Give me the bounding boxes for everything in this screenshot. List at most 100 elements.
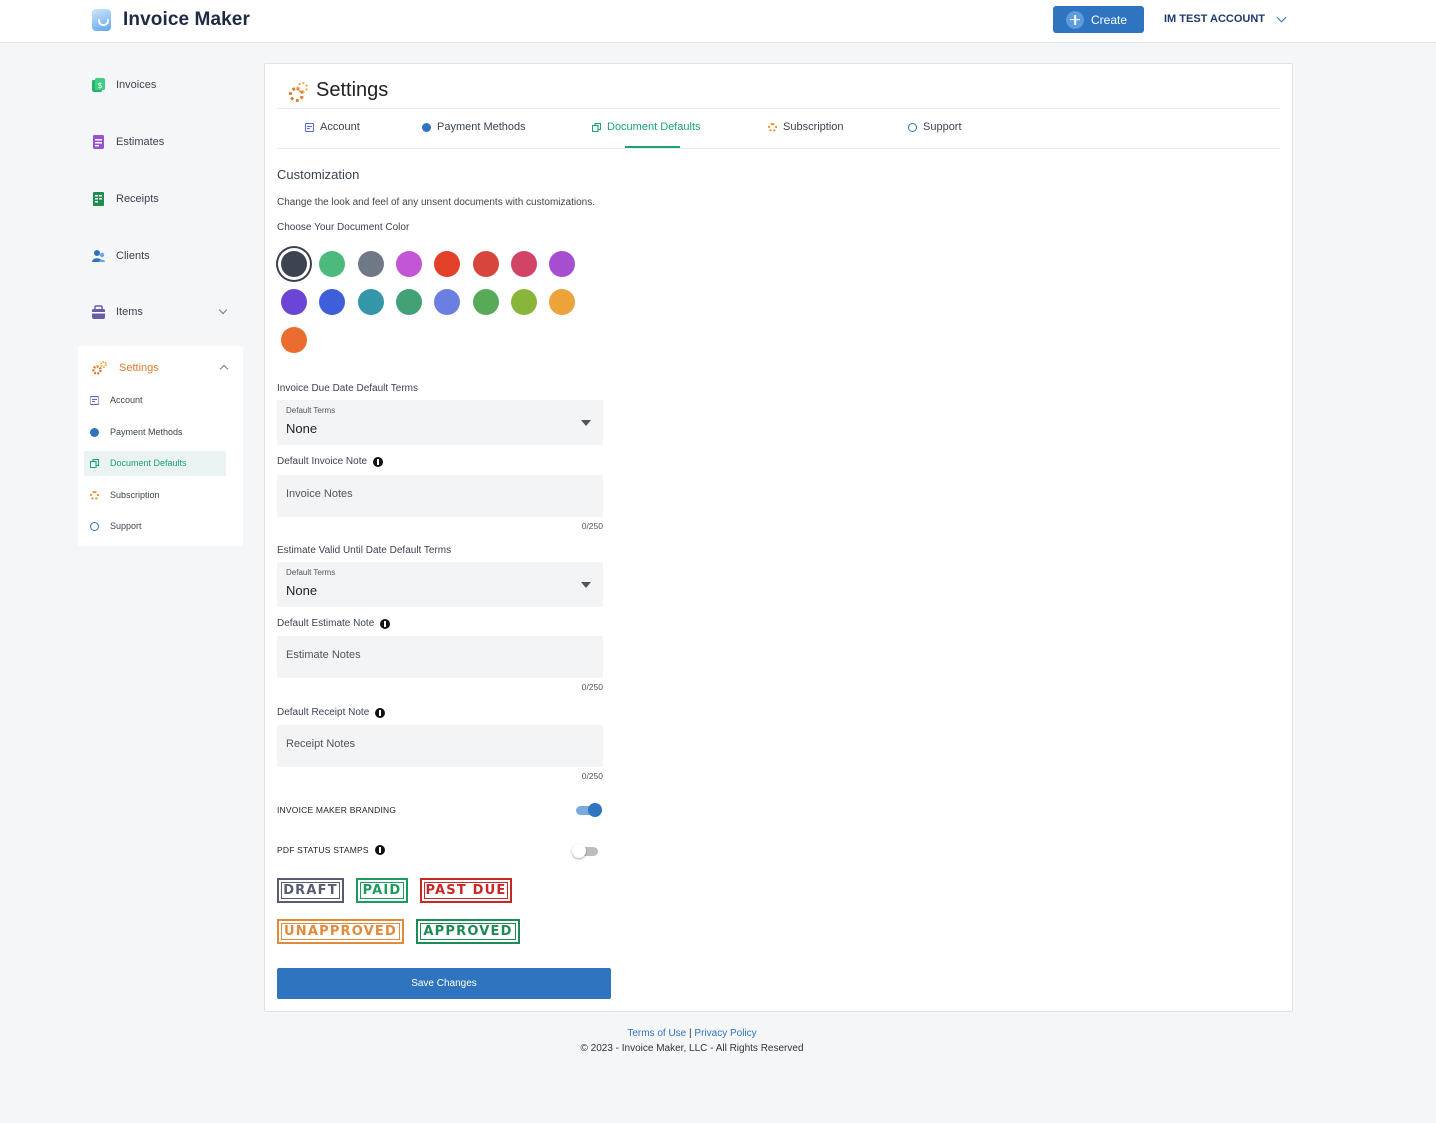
color-swatch[interactable] — [281, 327, 307, 353]
tab-support[interactable]: Support — [908, 121, 962, 133]
sidebar-subitem-account[interactable]: Account — [90, 395, 143, 405]
label-text: Default Invoice Note — [277, 456, 368, 467]
sidebar-item-label: Items — [116, 306, 143, 318]
brand[interactable]: Invoice Maker — [92, 9, 250, 31]
stamps-toggle[interactable] — [572, 844, 600, 858]
document-icon — [592, 122, 601, 132]
estimate-note-counter: 0/250 — [581, 682, 603, 692]
save-changes-button[interactable]: Save Changes — [277, 968, 611, 999]
account-menu[interactable]: IM TEST ACCOUNT — [1164, 12, 1287, 25]
info-icon[interactable] — [375, 707, 386, 718]
chevron-down-icon — [1276, 12, 1287, 22]
subscription-icon — [90, 490, 99, 500]
top-bar: Invoice Maker Create IM TEST ACCOUNT — [0, 0, 1436, 43]
tab-label: Payment Methods — [437, 121, 526, 133]
color-swatch[interactable] — [473, 251, 499, 277]
estimate-note-field[interactable]: Estimate Notes — [277, 636, 603, 678]
info-icon[interactable] — [380, 618, 391, 629]
color-swatch[interactable] — [281, 251, 307, 277]
copyright: © 2023 - Invoice Maker, LLC - All Rights… — [580, 1043, 804, 1054]
sidebar-item-clients[interactable]: Clients — [92, 249, 150, 263]
color-swatch[interactable] — [511, 251, 537, 277]
gear-icon — [92, 361, 107, 375]
estimate-valid-label: Estimate Valid Until Date Default Terms — [277, 545, 452, 556]
label-text: PDF STATUS STAMPS — [277, 845, 369, 855]
stamp-paid: PAID — [356, 878, 408, 903]
receipt-note-field[interactable]: Receipt Notes — [277, 725, 603, 767]
color-swatch[interactable] — [396, 251, 422, 277]
color-swatch[interactable] — [319, 289, 345, 315]
estimate-valid-terms-select[interactable]: Default Terms None — [277, 562, 603, 607]
invoice-note-field[interactable]: Invoice Notes — [277, 475, 603, 517]
chevron-down-icon[interactable] — [218, 305, 228, 315]
payment-icon — [422, 122, 431, 132]
sidebar-subitem-label: Account — [110, 395, 143, 405]
sidebar-item-receipts[interactable]: Receipts — [92, 192, 159, 206]
stamp-draft: DRAFT — [277, 878, 344, 903]
toggle-knob — [588, 803, 602, 817]
payment-icon — [90, 427, 99, 437]
terms-link[interactable]: Terms of Use — [627, 1028, 686, 1039]
select-value: None — [286, 583, 318, 598]
sidebar-item-estimates[interactable]: Estimates — [92, 135, 164, 149]
sidebar-item-settings[interactable]: Settings — [92, 360, 159, 376]
tab-payment-methods[interactable]: Payment Methods — [422, 121, 526, 133]
support-icon — [908, 122, 917, 132]
account-icon — [305, 122, 314, 132]
info-icon[interactable] — [373, 456, 384, 467]
brand-name: Invoice Maker — [123, 9, 250, 30]
receipt-note-counter: 0/250 — [581, 771, 603, 781]
tab-document-defaults[interactable]: Document Defaults — [592, 121, 701, 133]
sidebar-item-invoices[interactable]: $ Invoices — [92, 78, 156, 92]
sidebar-item-items[interactable]: Items — [92, 305, 143, 319]
branding-toggle[interactable] — [574, 803, 602, 817]
invoice-icon: $ — [92, 78, 105, 92]
label-text: Default Receipt Note — [277, 707, 370, 718]
color-swatch[interactable] — [396, 289, 422, 315]
settings-submenu-panel — [78, 346, 243, 546]
privacy-link[interactable]: Privacy Policy — [694, 1028, 756, 1039]
color-swatch[interactable] — [434, 289, 460, 315]
sidebar-item-label: Estimates — [116, 136, 165, 148]
sidebar-subitem-label: Subscription — [110, 490, 160, 500]
create-button[interactable]: Create — [1053, 6, 1144, 33]
sidebar-item-label: Clients — [116, 250, 150, 262]
sidebar-subitem-support[interactable]: Support — [90, 521, 142, 531]
tab-label: Support — [923, 121, 962, 133]
color-swatch[interactable] — [319, 251, 345, 277]
sidebar-subitem-subscription[interactable]: Subscription — [90, 490, 160, 500]
sidebar-subitem-payment-methods[interactable]: Payment Methods — [90, 427, 183, 437]
caret-down-icon — [581, 582, 591, 588]
estimate-note-label: Default Estimate Note — [277, 618, 391, 629]
invoice-maker-logo-icon — [92, 9, 111, 31]
color-swatch[interactable] — [434, 251, 460, 277]
sidebar-subitem-label: Support — [110, 521, 142, 531]
account-icon — [90, 395, 99, 405]
sidebar-subitem-document-defaults[interactable]: Document Defaults — [90, 458, 187, 468]
color-swatch[interactable] — [511, 289, 537, 315]
stamp-unapproved: UNAPPROVED — [277, 919, 404, 944]
account-label: IM TEST ACCOUNT — [1164, 13, 1266, 25]
sidebar-item-label: Receipts — [116, 193, 159, 205]
tab-label: Account — [320, 121, 360, 133]
color-swatch[interactable] — [358, 289, 384, 315]
sidebar-item-label: Invoices — [116, 79, 157, 91]
select-value: None — [286, 421, 318, 436]
invoice-note-counter: 0/250 — [581, 521, 603, 531]
color-swatch[interactable] — [549, 289, 575, 315]
info-icon[interactable] — [374, 845, 385, 855]
color-swatch[interactable] — [281, 289, 307, 315]
sidebar-subitem-label: Payment Methods — [110, 427, 183, 437]
color-swatch[interactable] — [358, 251, 384, 277]
document-icon — [90, 458, 99, 468]
page-title: Settings — [289, 79, 388, 102]
stamps-label: PDF STATUS STAMPS — [277, 845, 385, 855]
tab-subscription[interactable]: Subscription — [768, 121, 844, 133]
color-swatch[interactable] — [473, 289, 499, 315]
color-swatch[interactable] — [549, 251, 575, 277]
svg-text:$: $ — [97, 81, 102, 90]
divider — [277, 108, 1280, 109]
section-title: Customization — [277, 167, 360, 182]
tab-account[interactable]: Account — [305, 121, 360, 133]
invoice-due-terms-select[interactable]: Default Terms None — [277, 400, 603, 445]
